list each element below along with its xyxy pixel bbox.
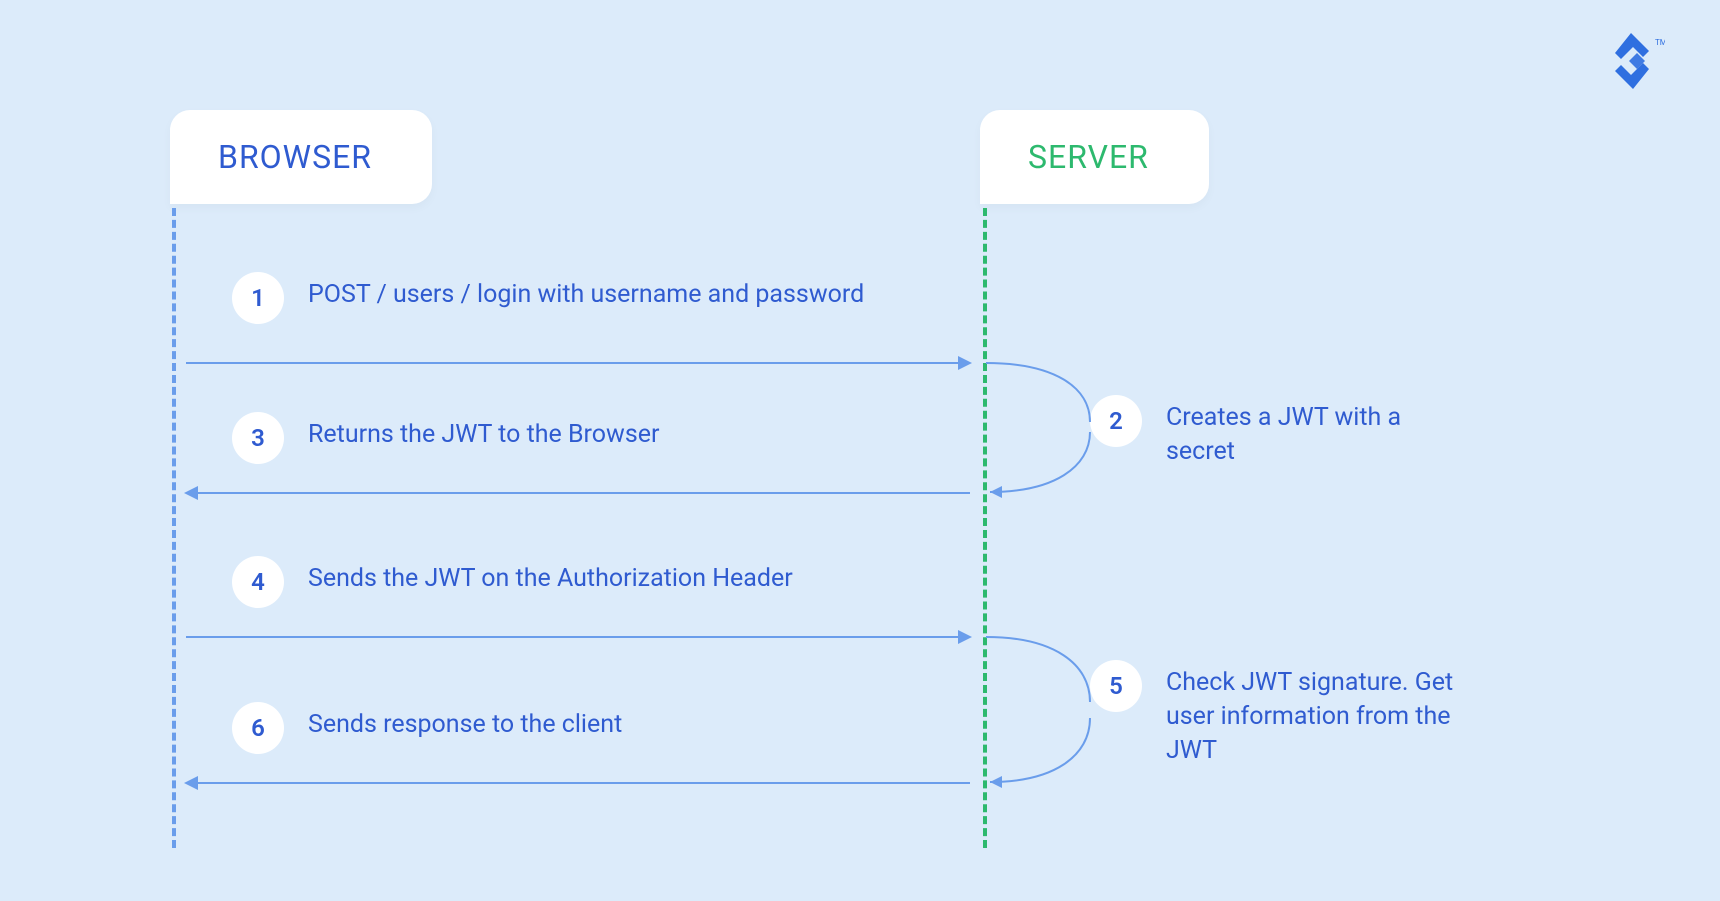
step-4-text: Sends the JWT on the Authorization Heade… — [308, 556, 793, 596]
step-1: 1 POST / users / login with username and… — [232, 272, 864, 324]
step-5: 5 Check JWT signature. Get user informat… — [1090, 660, 1466, 767]
server-header-label: SERVER — [1028, 138, 1149, 176]
step-3: 3 Returns the JWT to the Browser — [232, 412, 659, 464]
arrow-1-right — [186, 362, 970, 364]
browser-lifeline — [172, 208, 176, 848]
step-6-number: 6 — [232, 702, 284, 754]
arrow-6-left — [186, 782, 970, 784]
step-5-number: 5 — [1090, 660, 1142, 712]
server-header: SERVER — [980, 110, 1209, 204]
step-1-text: POST / users / login with username and p… — [308, 272, 864, 312]
step-2-text: Creates a JWT with a secret — [1166, 395, 1466, 469]
toptal-logo: TM — [1615, 33, 1665, 89]
step-6-text: Sends response to the client — [308, 702, 622, 742]
step-5-text: Check JWT signature. Get user informatio… — [1166, 660, 1466, 767]
browser-header-label: BROWSER — [218, 138, 372, 176]
step-2-number: 2 — [1090, 395, 1142, 447]
step-4: 4 Sends the JWT on the Authorization Hea… — [232, 556, 793, 608]
arrow-4-right — [186, 636, 970, 638]
browser-header: BROWSER — [170, 110, 432, 204]
step-4-number: 4 — [232, 556, 284, 608]
step-3-text: Returns the JWT to the Browser — [308, 412, 659, 452]
svg-text:TM: TM — [1655, 38, 1665, 47]
server-loop-5 — [984, 636, 1074, 784]
step-2: 2 Creates a JWT with a secret — [1090, 395, 1466, 469]
step-1-number: 1 — [232, 272, 284, 324]
step-3-number: 3 — [232, 412, 284, 464]
server-loop-2 — [984, 362, 1074, 494]
step-6: 6 Sends response to the client — [232, 702, 622, 754]
arrow-3-left — [186, 492, 970, 494]
